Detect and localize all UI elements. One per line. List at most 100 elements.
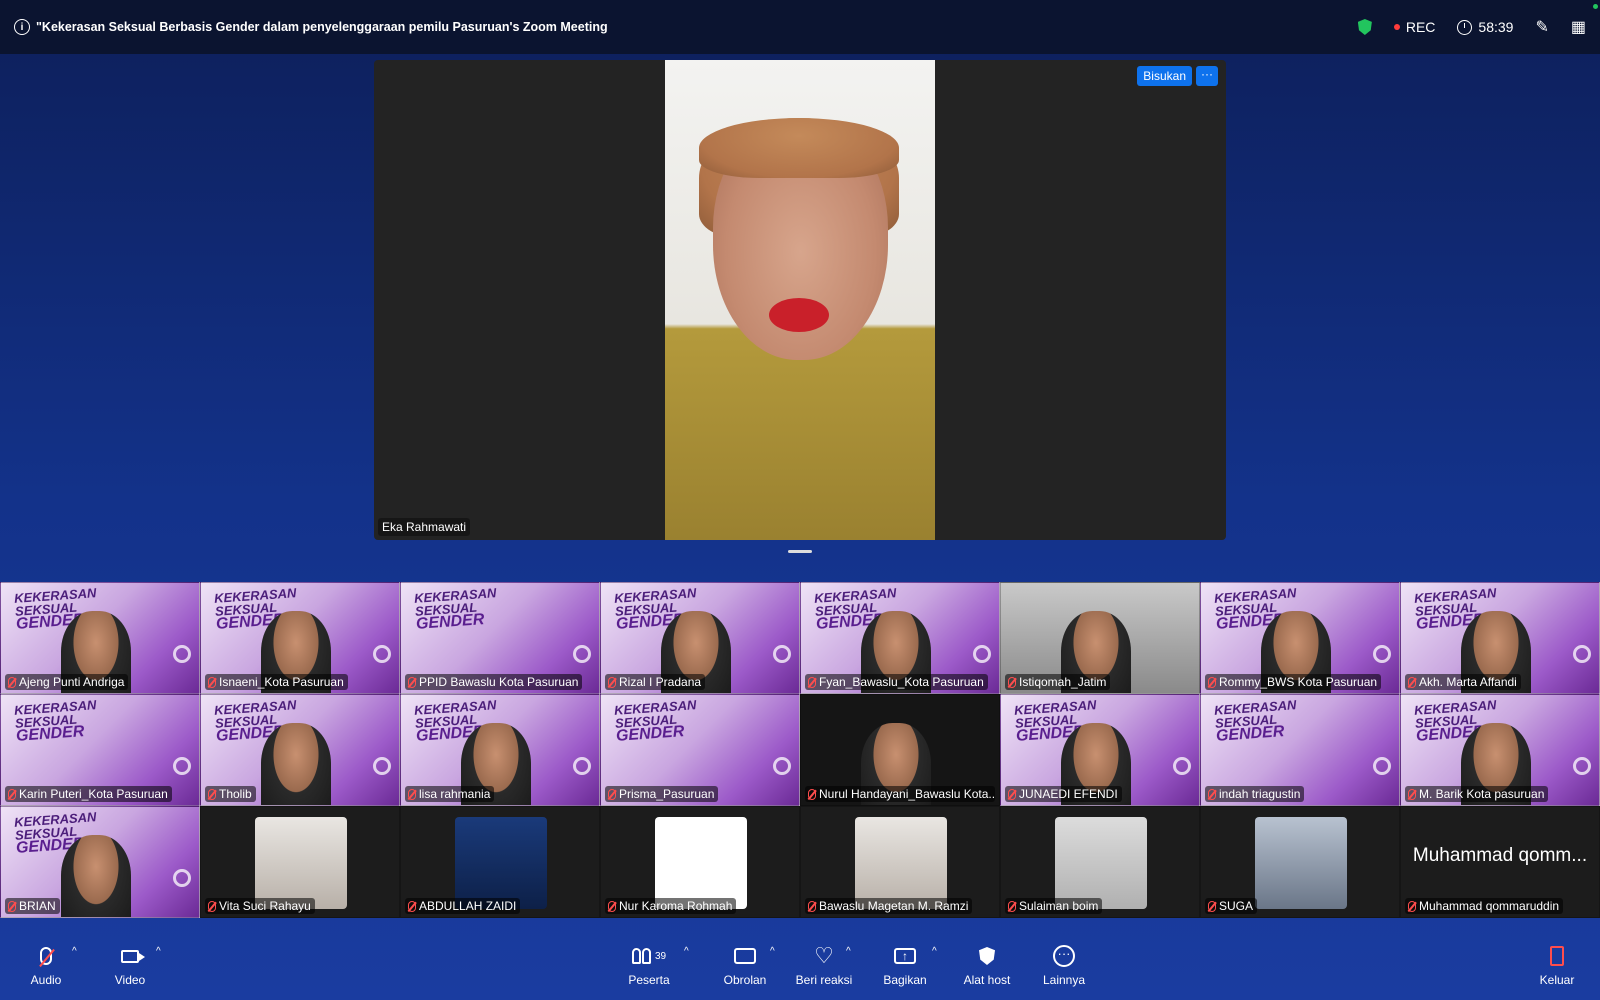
- female-symbol-icon: [573, 645, 591, 663]
- participant-tile[interactable]: KEKERASAN SEKSUAL GENDER Fyan_Bawaslu_Kota …: [800, 582, 1000, 694]
- participant-name: M. Barik Kota pasuruan: [1419, 787, 1545, 801]
- more-label: Lainnya: [1042, 973, 1086, 987]
- recording-label: REC: [1405, 19, 1436, 35]
- microphone-muted-icon: [208, 900, 216, 912]
- gallery-resize-handle[interactable]: [788, 550, 812, 553]
- status-dot-icon: [1593, 4, 1598, 9]
- participant-tile[interactable]: Nurul Handayani_Bawaslu Kota...: [800, 694, 1000, 806]
- active-speaker-pane[interactable]: Eka Rahmawati Bisukan ···: [374, 60, 1226, 540]
- microphone-muted-icon: [8, 788, 16, 800]
- participant-tile[interactable]: Vita Suci Rahayu: [200, 806, 400, 918]
- chat-options-caret-icon[interactable]: ^: [770, 946, 775, 957]
- mute-participant-button[interactable]: Bisukan: [1137, 66, 1192, 86]
- participant-tile[interactable]: KEKERASAN SEKSUAL GENDER Akh. Marta Affandi: [1400, 582, 1600, 694]
- heart-icon: ♡: [814, 943, 834, 968]
- microphone-muted-icon: [808, 676, 816, 688]
- female-symbol-icon: [173, 869, 191, 887]
- meeting-timer: 58:39: [1457, 19, 1513, 35]
- participant-tile[interactable]: Muhammad qomm... Muhammad qommaruddin: [1400, 806, 1600, 918]
- participant-tile[interactable]: KEKERASAN SEKSUAL GENDER PPID Bawaslu Kota …: [400, 582, 600, 694]
- participant-tile[interactable]: KEKERASAN SEKSUAL GENDER Rommy_BWS Kota Pas…: [1200, 582, 1400, 694]
- audio-options-caret-icon[interactable]: ^: [72, 946, 77, 957]
- video-camera-icon: [121, 949, 145, 963]
- participant-name: indah triagustin: [1219, 787, 1301, 801]
- female-symbol-icon: [373, 645, 391, 663]
- participant-tile[interactable]: Sulaiman boim: [1000, 806, 1200, 918]
- info-icon[interactable]: i: [14, 19, 30, 35]
- share-label: Bagikan: [883, 973, 927, 987]
- timer-value: 58:39: [1478, 19, 1514, 35]
- microphone-muted-icon: [808, 788, 816, 800]
- view-grid-icon[interactable]: ▦: [1571, 17, 1586, 37]
- participant-tile[interactable]: KEKERASAN SEKSUAL GENDER lisa rahmania: [400, 694, 600, 806]
- host-tools-button[interactable]: Alat host: [960, 932, 1014, 1000]
- participant-tile[interactable]: KEKERASAN SEKSUAL GENDER Rizal I Pradana: [600, 582, 800, 694]
- participant-name-label: Isnaeni_Kota Pasuruan: [205, 674, 348, 690]
- share-screen-button[interactable]: ↑ Bagikan: [880, 932, 930, 1000]
- participant-tile[interactable]: KEKERASAN SEKSUAL GENDER Karin Puteri_Kota …: [0, 694, 200, 806]
- leave-button[interactable]: Keluar: [1534, 932, 1580, 1000]
- participants-icon: [631, 948, 651, 964]
- top-bar-controls: REC 58:39 ✎ ▦: [1357, 17, 1586, 37]
- participant-name-label: Fyan_Bawaslu_Kota Pasuruan: [805, 674, 988, 690]
- participant-tile[interactable]: KEKERASAN SEKSUAL GENDER JUNAEDI EFENDI: [1000, 694, 1200, 806]
- participant-name-label: Nurul Handayani_Bawaslu Kota...: [805, 786, 995, 802]
- participant-tile[interactable]: ABDULLAH ZAIDI: [400, 806, 600, 918]
- participant-name-label: Bawaslu Magetan M. Ramzi: [805, 898, 973, 914]
- participant-tile[interactable]: Bawaslu Magetan M. Ramzi: [800, 806, 1000, 918]
- participant-name-label: Nur Karoma Rohmah: [605, 898, 737, 914]
- participant-name: Isnaeni_Kota Pasuruan: [219, 675, 344, 689]
- participant-profile-picture: [855, 817, 947, 909]
- participant-name: lisa rahmania: [419, 787, 491, 801]
- participant-tile[interactable]: KEKERASAN SEKSUAL GENDER BRIAN: [0, 806, 200, 918]
- participants-options-caret-icon[interactable]: ^: [684, 946, 689, 957]
- participant-name: Akh. Marta Affandi: [1419, 675, 1517, 689]
- speaker-lips: [769, 298, 829, 332]
- participant-gallery: KEKERASAN SEKSUAL GENDER Ajeng Punti Andrig…: [0, 582, 1600, 918]
- chat-button[interactable]: Obrolan: [718, 932, 772, 1000]
- audio-button[interactable]: Audio: [24, 932, 68, 1000]
- participant-tile[interactable]: KEKERASAN SEKSUAL GENDER indah triagustin: [1200, 694, 1400, 806]
- participants-count: 39: [654, 950, 667, 962]
- female-symbol-icon: [373, 757, 391, 775]
- participant-name-label: indah triagustin: [1205, 786, 1305, 802]
- participant-name-label: M. Barik Kota pasuruan: [1405, 786, 1549, 802]
- meeting-top-bar: i "Kekerasan Seksual Berbasis Gender dal…: [0, 0, 1600, 54]
- participant-tile[interactable]: KEKERASAN SEKSUAL GENDER M. Barik Kota pasu…: [1400, 694, 1600, 806]
- share-options-caret-icon[interactable]: ^: [932, 946, 937, 957]
- meeting-title: "Kekerasan Seksual Berbasis Gender dalam…: [36, 20, 608, 34]
- participant-tile[interactable]: Istiqomah_Jatim: [1000, 582, 1200, 694]
- participant-tile[interactable]: SUGA: [1200, 806, 1400, 918]
- microphone-muted-icon: [1408, 676, 1416, 688]
- leave-door-icon: [1550, 946, 1564, 966]
- participant-profile-picture: [1055, 817, 1147, 909]
- speaker-more-options-button[interactable]: ···: [1196, 66, 1218, 86]
- microphone-muted-icon: [1008, 900, 1016, 912]
- reactions-button[interactable]: ♡ Beri reaksi: [792, 932, 856, 1000]
- video-button[interactable]: Video: [108, 932, 152, 1000]
- participant-tile[interactable]: KEKERASAN SEKSUAL GENDER Ajeng Punti Andrig…: [0, 582, 200, 694]
- poster-line: GENDER: [615, 723, 685, 745]
- participant-profile-picture: [655, 817, 747, 909]
- participant-name: JUNAEDI EFENDI: [1019, 787, 1118, 801]
- participant-name-label: Vita Suci Rahayu: [205, 898, 315, 914]
- participant-name: Nurul Handayani_Bawaslu Kota...: [819, 787, 995, 801]
- video-options-caret-icon[interactable]: ^: [156, 946, 161, 957]
- participant-tile[interactable]: KEKERASAN SEKSUAL GENDER Isnaeni_Kota Pasur…: [200, 582, 400, 694]
- security-shield-icon[interactable]: [1357, 19, 1372, 35]
- participant-name-label: BRIAN: [5, 898, 60, 914]
- recording-indicator[interactable]: REC: [1393, 19, 1436, 35]
- more-button[interactable]: ··· Lainnya: [1040, 932, 1088, 1000]
- participant-name: Rizal I Pradana: [619, 675, 702, 689]
- participant-name: Vita Suci Rahayu: [219, 899, 311, 913]
- share-screen-icon: ↑: [894, 948, 916, 964]
- participant-tile[interactable]: KEKERASAN SEKSUAL GENDER Prisma_Pasuruan: [600, 694, 800, 806]
- pencil-icon[interactable]: ✎: [1535, 17, 1548, 37]
- participant-name: Rommy_BWS Kota Pasuruan: [1219, 675, 1378, 689]
- participant-tile[interactable]: KEKERASAN SEKSUAL GENDER Tholib: [200, 694, 400, 806]
- reactions-options-caret-icon[interactable]: ^: [846, 946, 851, 957]
- participant-tile[interactable]: Nur Karoma Rohmah: [600, 806, 800, 918]
- microphone-muted-icon: [408, 676, 416, 688]
- participants-button[interactable]: 39 Peserta: [620, 932, 678, 1000]
- event-poster-text: KEKERASAN SEKSUAL GENDER: [414, 585, 499, 633]
